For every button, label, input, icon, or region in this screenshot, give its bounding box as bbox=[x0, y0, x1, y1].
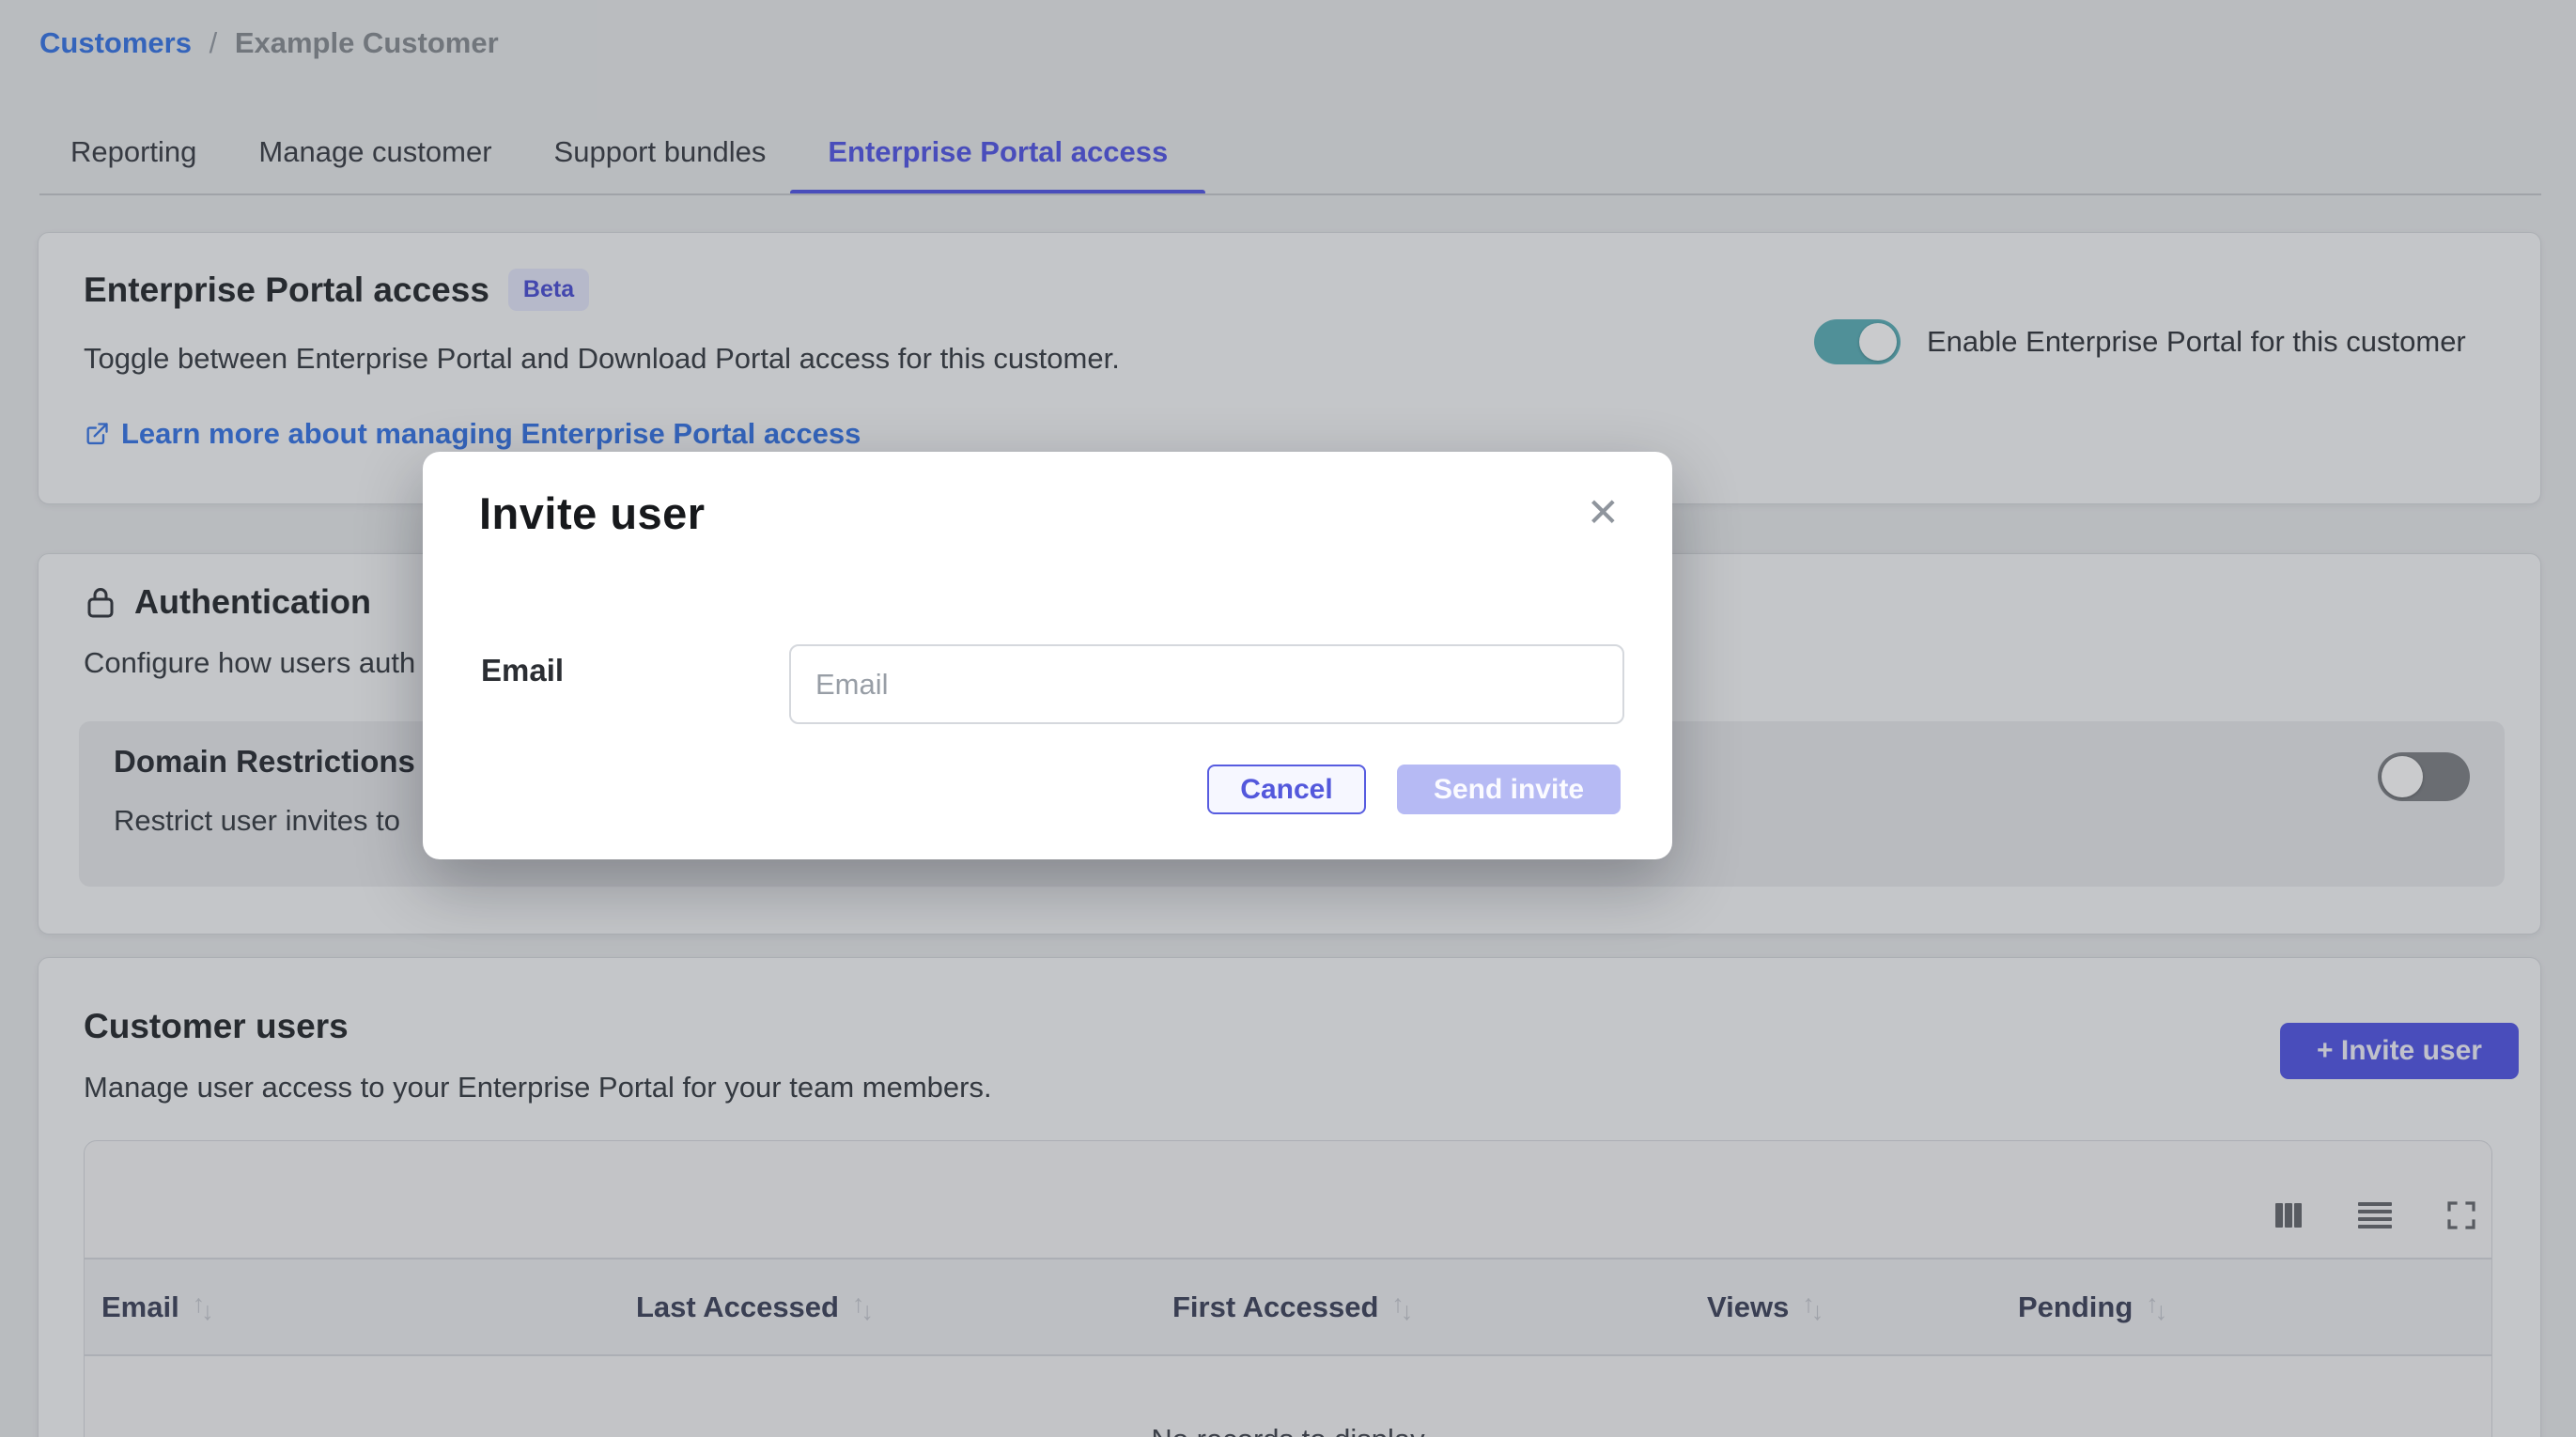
page: Customers / Example Customer Reporting M… bbox=[0, 0, 2576, 1437]
email-label: Email bbox=[481, 653, 564, 688]
modal-title: Invite user bbox=[479, 487, 706, 539]
cancel-button[interactable]: Cancel bbox=[1207, 765, 1366, 814]
send-invite-button[interactable]: Send invite bbox=[1397, 765, 1621, 814]
close-icon[interactable]: ✕ bbox=[1583, 489, 1623, 536]
email-field[interactable] bbox=[789, 644, 1624, 724]
invite-user-modal: Invite user ✕ Email Cancel Send invite bbox=[423, 452, 1672, 859]
